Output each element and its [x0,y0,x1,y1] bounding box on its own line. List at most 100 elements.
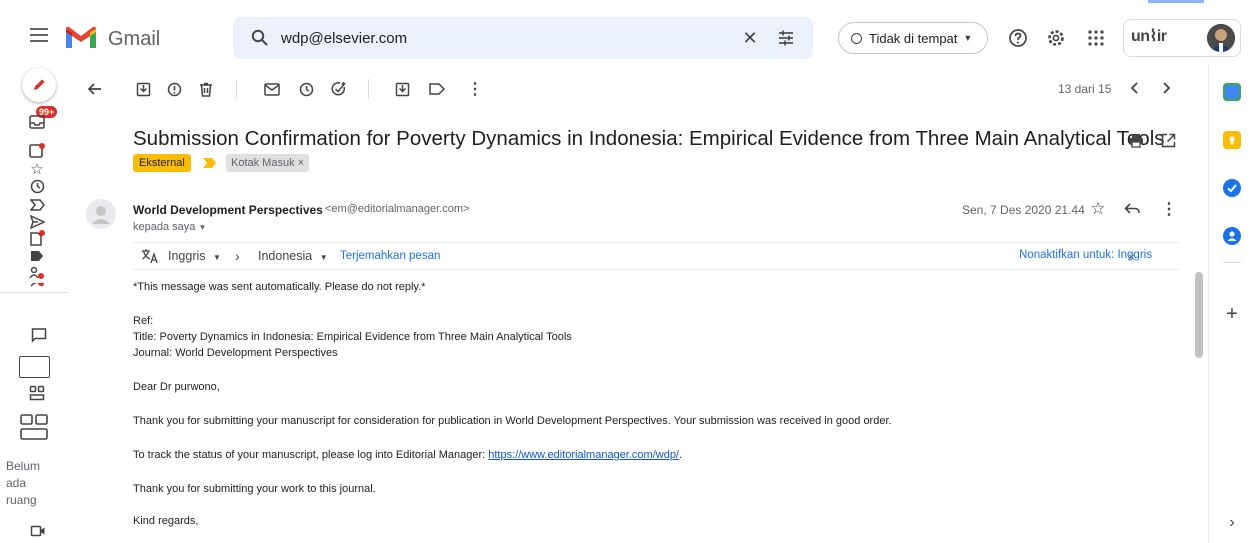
star-nav-icon[interactable]: ☆ [29,161,45,178]
drafts-icon[interactable] [29,230,45,246]
chevron-down-icon: ▼ [963,33,973,43]
toolbar-divider [236,79,237,99]
help-icon[interactable] [1007,27,1029,49]
scrollbar-thumb[interactable] [1195,272,1203,358]
delete-icon[interactable] [197,80,215,98]
label-inbox-text: Kotak Masuk [231,157,295,169]
spaces-icon[interactable] [29,385,45,401]
body-journal-line: Journal: World Development Perspectives [133,347,338,359]
apps-grid-icon[interactable] [1086,28,1106,48]
body-text: To track the status of your manuscript, … [133,449,489,461]
toolbar-divider [368,79,369,99]
status-dropdown[interactable]: Tidak di tempat ▼ [838,22,988,54]
clear-search-icon[interactable]: ✕ [740,28,760,48]
body-greeting: Dear Dr purwono, [133,381,220,393]
report-spam-icon[interactable] [165,80,183,98]
no-space-note: Belum ada ruang [6,458,40,509]
video-call-icon[interactable] [30,523,46,539]
expand-side-panel-icon[interactable]: › [1223,514,1241,532]
no-space-note-line: ruang [6,493,37,507]
editorial-manager-link[interactable]: https://www.editorialmanager.com/wdp/ [488,449,679,461]
more-nav-icon[interactable] [29,283,45,289]
body-paragraph: Thank you for submitting your manuscript… [133,415,892,427]
chevron-right-icon[interactable] [1158,79,1176,97]
mark-unread-icon[interactable] [263,80,281,98]
top-accent-line [1148,0,1204,3]
chevron-left-icon[interactable] [1125,79,1143,97]
more-options-icon[interactable]: ⋮ [1160,200,1178,218]
keep-icon[interactable] [1223,131,1241,149]
main-menu-icon[interactable] [28,26,50,44]
search-icon[interactable] [250,28,270,48]
avatar[interactable] [1207,24,1235,52]
target-language-label: Indonesia [258,249,313,263]
chat-icon[interactable] [31,327,47,343]
meet-icon[interactable] [19,356,50,378]
more-options-icon[interactable]: ⋮ [466,80,484,98]
status-label: Tidak di tempat [869,30,958,46]
app-name: Gmail [108,28,161,50]
body-paragraph: Thank you for submitting your work to th… [133,483,376,495]
target-language-select[interactable]: Indonesia ▼ [258,249,328,263]
search-options-icon[interactable] [776,28,796,48]
move-to-icon[interactable] [393,80,411,98]
label-inbox[interactable]: Kotak Masuk × [226,154,310,172]
no-space-note-line: Belum [6,459,41,473]
gmail-logo-icon[interactable] [64,26,98,50]
print-icon[interactable] [1127,131,1145,149]
reply-icon[interactable] [1123,200,1141,218]
inbox-icon[interactable] [29,114,45,130]
snooze-icon[interactable] [297,80,315,98]
side-panel-divider [1208,66,1209,543]
sender-email: <em@editorialmanager.com> [325,203,470,215]
rooms-icon[interactable] [18,413,50,441]
body-title-line: Title: Poverty Dynamics in Indonesia: Em… [133,331,572,343]
get-addons-icon[interactable]: + [1223,303,1241,325]
translate-icon [141,248,159,264]
body-closing: Kind regards, [133,515,199,527]
email-date: Sen, 7 Des 2020 21.44 [962,203,1085,217]
label-as-icon[interactable] [428,80,446,98]
sent-icon[interactable] [29,214,45,230]
source-language-select[interactable]: Inggris ▼ [168,249,221,263]
side-panel-separator [1223,262,1241,263]
label-icon[interactable] [29,143,45,159]
body-text: . [679,449,683,461]
recipient-label: kepada saya [133,221,196,233]
chevron-down-icon: ▼ [319,253,328,262]
label-external[interactable]: Eksternal [133,154,191,172]
search-input[interactable]: wdp@elsevier.com [281,30,407,47]
sender-name[interactable]: World Development Perspectives [133,203,323,217]
importance-marker-icon[interactable] [201,155,219,171]
source-language-label: Inggris [168,249,206,263]
close-icon[interactable]: × [1128,250,1135,264]
chevron-right-icon: › [235,248,240,264]
open-new-window-icon[interactable] [1159,131,1177,149]
compose-button[interactable] [22,68,56,102]
gear-icon[interactable] [1045,27,1067,49]
tasks-icon[interactable] [1223,179,1241,197]
archive-icon[interactable] [134,80,152,98]
no-space-note-line: ada [6,476,27,490]
translate-message-link[interactable]: Terjemahkan pesan [340,250,440,262]
chevron-down-icon: ▼ [213,253,221,262]
page-count: 13 dari 15 [1058,82,1112,96]
sender-avatar [86,199,116,229]
label-filled-icon[interactable] [29,248,45,264]
body-notice: *This message was sent automatically. Pl… [133,281,426,293]
status-dot-icon [851,32,862,44]
snoozed-icon[interactable] [29,178,45,194]
contacts-app-icon[interactable] [1223,227,1241,245]
organization-logo: un⌇ir [1131,28,1167,45]
star-icon[interactable]: ☆ [1089,199,1107,218]
contacts-icon[interactable] [29,265,45,281]
calendar-icon[interactable] [1223,83,1241,101]
remove-label-icon[interactable]: × [298,157,304,169]
add-task-icon[interactable] [330,80,348,98]
back-arrow-icon[interactable] [86,80,104,98]
email-subject: Submission Confirmation for Poverty Dyna… [133,127,1165,150]
chevron-down-icon[interactable]: ▼ [198,223,206,232]
recipient-details[interactable]: kepada saya ▼ [133,221,206,233]
important-icon[interactable] [29,197,45,213]
body-paragraph-tracking: To track the status of your manuscript, … [133,449,682,461]
